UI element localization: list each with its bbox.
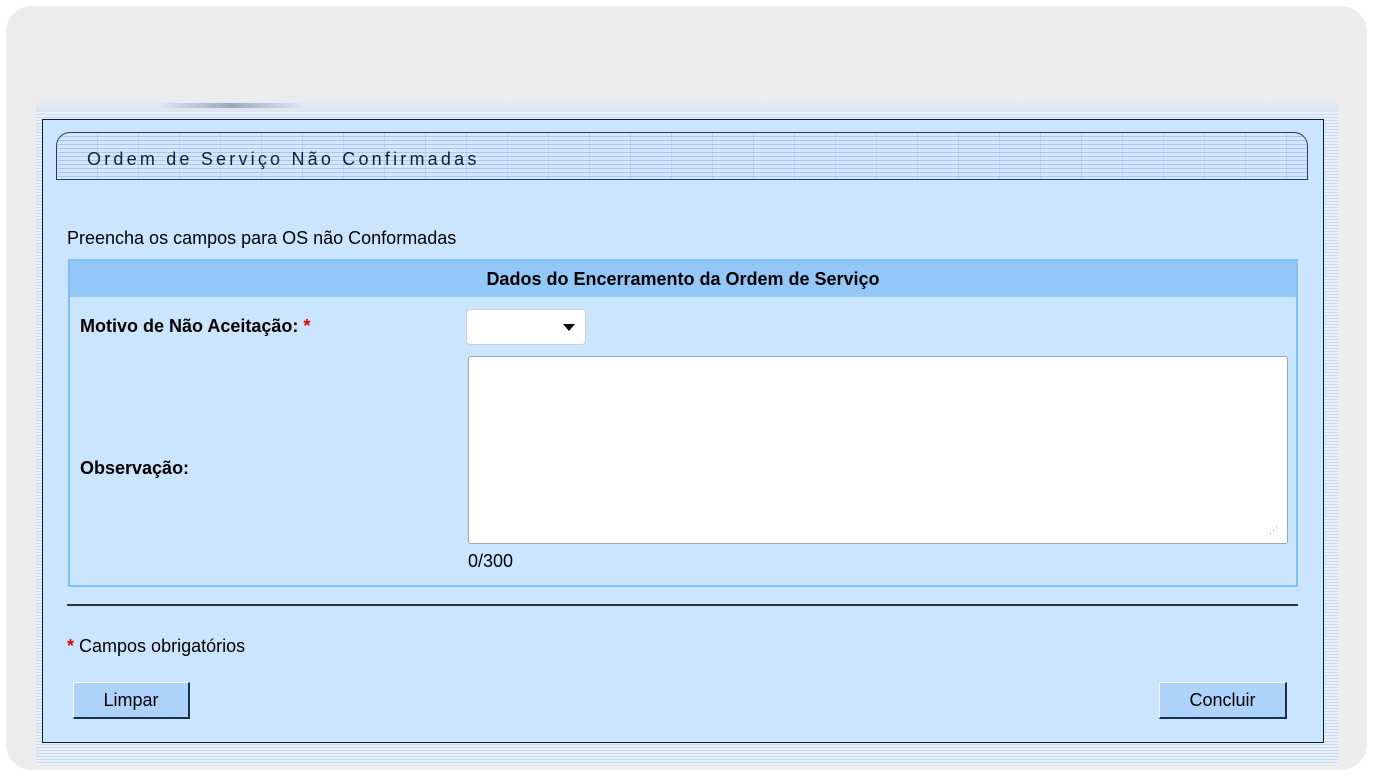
os-form-panel: Ordem de Serviço Não Confirmadas Preench… xyxy=(42,119,1324,743)
top-strip xyxy=(36,100,1338,112)
motivo-label-text: Motivo de Não Aceitação: xyxy=(80,316,299,336)
motivo-label: Motivo de Não Aceitação: * xyxy=(80,316,310,337)
strip-shading xyxy=(156,103,306,108)
observacao-textarea[interactable] xyxy=(468,356,1288,544)
resize-grip-icon[interactable]: ⋰ xyxy=(1266,524,1278,536)
chevron-down-icon xyxy=(563,324,575,331)
required-marker: * xyxy=(303,316,311,336)
required-marker-legend: * xyxy=(67,636,75,656)
clear-button[interactable]: Limpar xyxy=(73,682,190,719)
page-title: Ordem de Serviço Não Confirmadas xyxy=(87,149,480,169)
closure-data-section: Dados do Encerramento da Ordem de Serviç… xyxy=(68,259,1298,587)
submit-button[interactable]: Concluir xyxy=(1159,682,1287,719)
intro-text: Preencha os campos para OS não Conformad… xyxy=(67,228,457,248)
required-legend: * Campos obrigatórios xyxy=(67,636,245,657)
char-counter: 0/300 xyxy=(468,551,514,571)
motivo-select[interactable] xyxy=(466,309,586,345)
section-header: Dados do Encerramento da Ordem de Serviç… xyxy=(70,261,1296,297)
divider xyxy=(67,604,1298,606)
observacao-label: Observação: xyxy=(80,458,190,478)
required-legend-text: Campos obrigatórios xyxy=(79,636,246,656)
title-tab: Ordem de Serviço Não Confirmadas xyxy=(56,132,1308,180)
